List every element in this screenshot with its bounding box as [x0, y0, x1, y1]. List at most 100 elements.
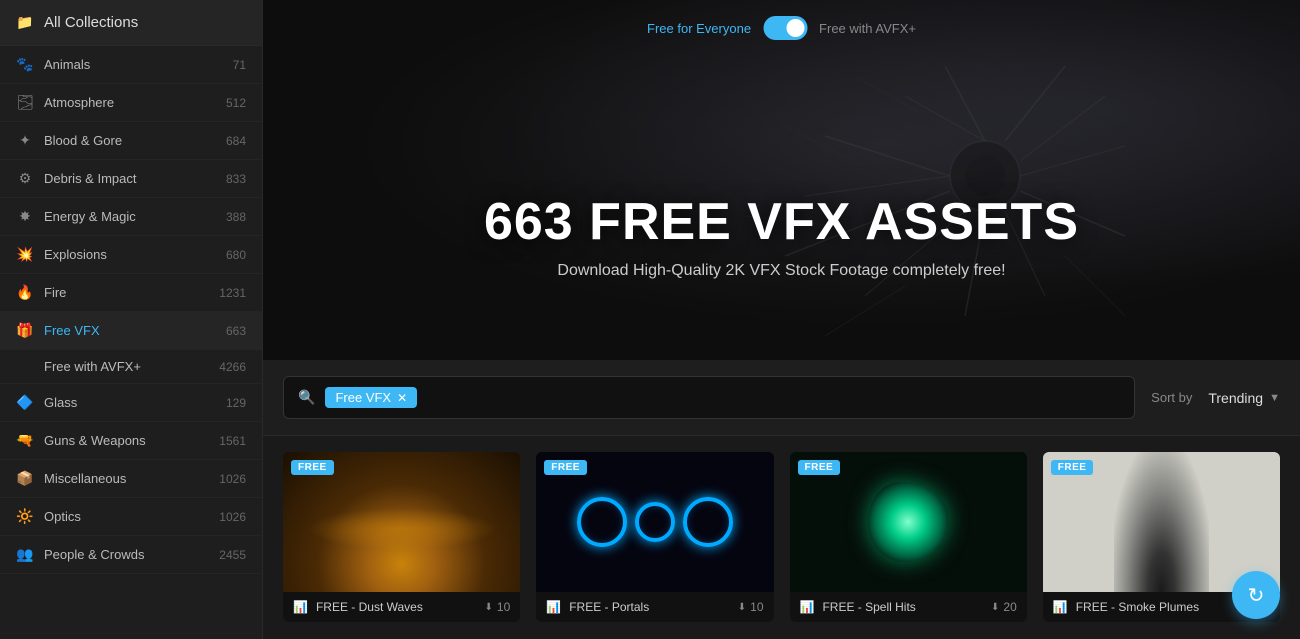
sidebar-item-icon-people-crowds: 👥: [16, 546, 34, 563]
card-thumbnail: FREE: [1043, 452, 1280, 592]
search-tag-label: Free VFX: [335, 390, 391, 405]
sidebar-item-all-collections[interactable]: 📁 All Collections: [0, 0, 262, 46]
toggle-bar: Free for Everyone Free with AVFX+: [647, 16, 916, 40]
hero-subtitle: Download High-Quality 2K VFX Stock Foota…: [263, 262, 1300, 280]
free-badge: FREE: [291, 460, 334, 475]
sidebar-item-blood-gore[interactable]: ✦ Blood & Gore 684: [0, 122, 262, 160]
card-info: 📊 FREE - Dust Waves ⬇ 10: [283, 592, 520, 622]
sidebar-item-free-vfx[interactable]: 🎁 Free VFX 663: [0, 312, 262, 350]
sidebar-item-label: Guns & Weapons: [44, 433, 209, 448]
card-thumbnail: FREE: [283, 452, 520, 592]
asset-card-portals[interactable]: FREE 📊 FREE - Portals ⬇ 10: [536, 452, 773, 622]
sidebar-item-animals[interactable]: 🐾 Animals 71: [0, 46, 262, 84]
sidebar-item-count: 1561: [219, 434, 246, 448]
sidebar-item-debris-impact[interactable]: ⚙ Debris & Impact 833: [0, 160, 262, 198]
download-icon: ⬇: [738, 602, 746, 613]
sidebar-item-icon-glass: 🔷: [16, 394, 34, 411]
toggle-right-label: Free with AVFX+: [819, 21, 916, 36]
sort-label: Sort by: [1151, 390, 1192, 405]
sidebar-item-guns-weapons[interactable]: 🔫 Guns & Weapons 1561: [0, 422, 262, 460]
card-type-icon: 📊: [1053, 600, 1068, 614]
sidebar-item-optics[interactable]: 🔆 Optics 1026: [0, 498, 262, 536]
free-badge: FREE: [1051, 460, 1094, 475]
sidebar-item-count: 680: [226, 248, 246, 262]
sidebar-item-icon-miscellaneous: 📦: [16, 470, 34, 487]
portal-ring: [577, 497, 627, 547]
sidebar-item-count: 1026: [219, 510, 246, 524]
sidebar-item-icon-debris-impact: ⚙: [16, 170, 34, 187]
card-count: ⬇ 20: [991, 600, 1017, 614]
sidebar-item-label: Fire: [44, 285, 209, 300]
sidebar-item-atmosphere[interactable]: 🌫 Atmosphere 512: [0, 84, 262, 122]
sidebar: 📁 All Collections 🐾 Animals 71 🌫 Atmosph…: [0, 0, 263, 639]
free-badge: FREE: [544, 460, 587, 475]
hero-text-block: 663 FREE VFX ASSETS Download High-Qualit…: [263, 192, 1300, 280]
sidebar-item-icon-free-vfx: 🎁: [16, 322, 34, 339]
asset-card-dust-waves[interactable]: FREE 📊 FREE - Dust Waves ⬇ 10: [283, 452, 520, 622]
sidebar-item-icon-animals: 🐾: [16, 56, 34, 73]
sidebar-item-count: 1231: [219, 286, 246, 300]
sidebar-item-label: Debris & Impact: [44, 171, 216, 186]
sidebar-item-count: 663: [226, 324, 246, 338]
sidebar-item-icon-fire: 🔥: [16, 284, 34, 301]
hero-title: 663 FREE VFX ASSETS: [263, 192, 1300, 252]
sidebar-item-count: 71: [233, 58, 246, 72]
asset-grid: FREE 📊 FREE - Dust Waves ⬇ 10 FREE: [283, 452, 1280, 622]
sidebar-item-count: 2455: [219, 548, 246, 562]
toggle-knob: [786, 19, 804, 37]
sidebar-item-glass[interactable]: 🔷 Glass 129: [0, 384, 262, 422]
sidebar-item-count: 684: [226, 134, 246, 148]
sidebar-item-icon-explosions: 💥: [16, 246, 34, 263]
sidebar-item-miscellaneous[interactable]: 📦 Miscellaneous 1026: [0, 460, 262, 498]
sidebar-item-label: Energy & Magic: [44, 209, 216, 224]
asset-card-spell-hits[interactable]: FREE 📊 FREE - Spell Hits ⬇ 20: [790, 452, 1027, 622]
sidebar-item-count: 129: [226, 396, 246, 410]
sidebar-item-label: Glass: [44, 395, 216, 410]
portal-ring: [683, 497, 733, 547]
sidebar-item-explosions[interactable]: 💥 Explosions 680: [0, 236, 262, 274]
sidebar-item-icon-atmosphere: 🌫: [16, 94, 34, 111]
sidebar-item-label: Miscellaneous: [44, 471, 209, 486]
card-info: 📊 FREE - Portals ⬇ 10: [536, 592, 773, 622]
asset-grid-area: FREE 📊 FREE - Dust Waves ⬇ 10 FREE: [263, 436, 1300, 639]
sidebar-item-icon-blood-gore: ✦: [16, 132, 34, 149]
sidebar-item-icon-energy-magic: ✸: [16, 208, 34, 225]
sidebar-item-icon-all-collections: 📁: [16, 14, 34, 31]
card-info: 📊 FREE - Spell Hits ⬇ 20: [790, 592, 1027, 622]
sidebar-item-count: 388: [226, 210, 246, 224]
card-thumbnail: FREE: [536, 452, 773, 592]
search-bar-row: 🔍 Free VFX ✕ Sort by Trending ▼: [263, 360, 1300, 436]
card-type-icon: 📊: [800, 600, 815, 614]
card-count: ⬇ 10: [738, 600, 764, 614]
spell-blob: [868, 482, 948, 562]
download-icon: ⬇: [991, 602, 999, 613]
toggle-switch[interactable]: [763, 16, 807, 40]
search-box[interactable]: 🔍 Free VFX ✕: [283, 376, 1135, 419]
sort-value-label: Trending: [1208, 390, 1263, 406]
card-title: FREE - Portals: [569, 600, 730, 614]
sidebar-item-fire[interactable]: 🔥 Fire 1231: [0, 274, 262, 312]
hero-banner: Free for Everyone Free with AVFX+ 663 FR…: [263, 0, 1300, 360]
sidebar-item-label: Free with AVFX+: [44, 359, 209, 374]
free-badge: FREE: [798, 460, 841, 475]
sort-dropdown[interactable]: Trending ▼: [1208, 390, 1280, 406]
sidebar-item-count: 4266: [219, 360, 246, 374]
card-count-value: 10: [750, 600, 763, 614]
sidebar-item-label: Animals: [44, 57, 223, 72]
sidebar-item-energy-magic[interactable]: ✸ Energy & Magic 388: [0, 198, 262, 236]
chevron-down-icon: ▼: [1269, 392, 1280, 404]
refresh-button[interactable]: ↻: [1232, 571, 1280, 619]
card-thumbnail: FREE: [790, 452, 1027, 592]
card-title: FREE - Spell Hits: [822, 600, 983, 614]
download-icon: ⬇: [485, 602, 493, 613]
sidebar-item-label: All Collections: [44, 14, 246, 31]
active-search-tag[interactable]: Free VFX ✕: [325, 387, 417, 408]
card-type-icon: 📊: [546, 600, 561, 614]
sidebar-item-free-avfx[interactable]: Free with AVFX+ 4266: [0, 350, 262, 384]
card-count-value: 10: [497, 600, 510, 614]
search-tag-remove[interactable]: ✕: [397, 391, 407, 405]
card-title: FREE - Dust Waves: [316, 600, 477, 614]
sidebar-item-count: 833: [226, 172, 246, 186]
sidebar-item-people-crowds[interactable]: 👥 People & Crowds 2455: [0, 536, 262, 574]
search-icon: 🔍: [298, 389, 315, 406]
